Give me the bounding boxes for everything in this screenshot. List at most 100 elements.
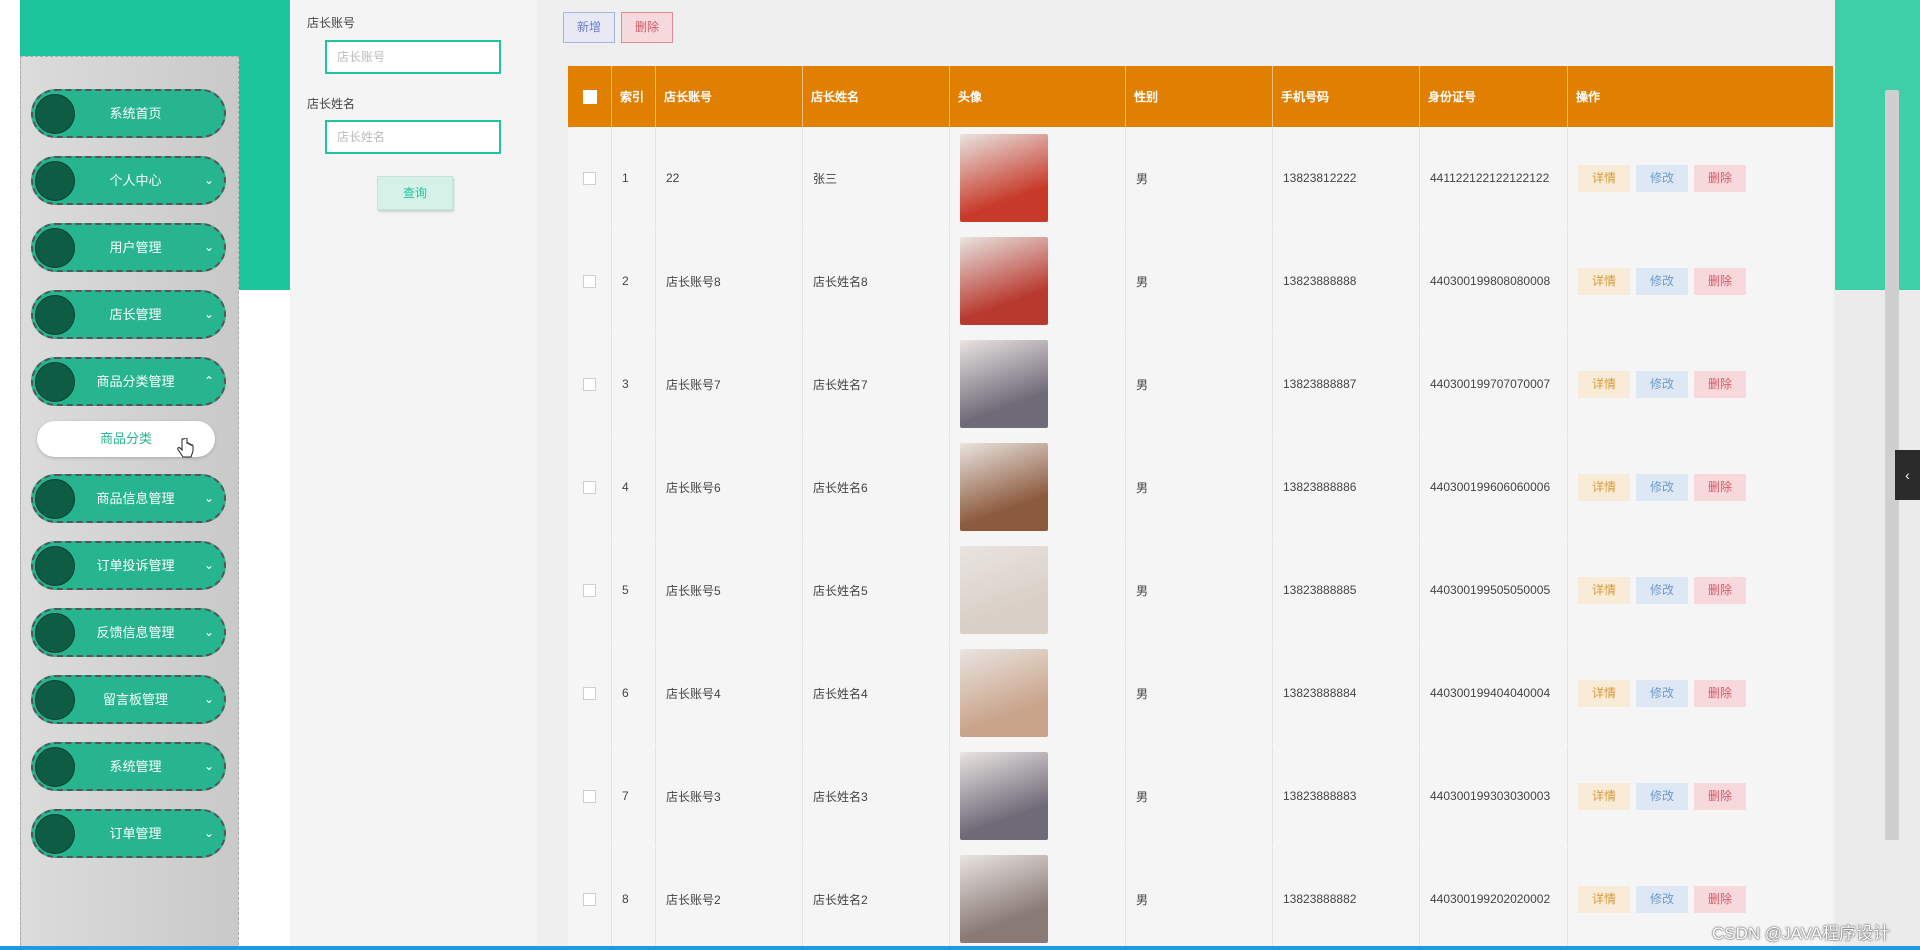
edit-button[interactable]: 修改 xyxy=(1636,267,1688,295)
delete-button[interactable]: 删除 xyxy=(1694,885,1746,913)
table-row: 3 店长账号7 店长姓名7 男 13823888887 44030019970707000… xyxy=(568,333,1833,437)
actions-cell: 详情 修改 删除 xyxy=(1568,745,1833,847)
sidebar-item-message-board[interactable]: 留言板管理 ⌄ xyxy=(31,675,226,724)
menu-circle-icon xyxy=(35,680,75,720)
row-checkbox[interactable] xyxy=(583,274,596,288)
sidebar-item-home[interactable]: 系统首页 xyxy=(31,89,226,138)
cell-id-card: 440300199808080008 xyxy=(1430,274,1551,288)
sidebar-item-personal-center[interactable]: 个人中心 ⌄ xyxy=(31,156,226,205)
gender-cell: 男 xyxy=(1126,127,1273,229)
row-checkbox[interactable] xyxy=(583,480,596,494)
sidebar-item-label: 反馈信息管理 xyxy=(96,625,175,640)
account-cell: 店长账号7 xyxy=(656,333,803,435)
edit-button[interactable]: 修改 xyxy=(1636,473,1688,501)
table-row: 1 22 张三 男 13823812222 441122122122122122 详情 修改删… xyxy=(568,127,1833,231)
row-select-cell xyxy=(568,333,612,435)
select-all-checkbox[interactable] xyxy=(582,89,597,104)
delete-button[interactable]: 删除 xyxy=(1694,267,1746,295)
search-panel: 店长账号 店长姓名 查询 xyxy=(290,0,537,950)
cell-id-card: 441122122122122122 xyxy=(1430,171,1550,185)
id-card-cell: 440300199404040004 xyxy=(1420,642,1568,744)
sidebar-item-product-management[interactable]: 商品信息管理 ⌄ xyxy=(31,474,226,523)
edit-button[interactable]: 修改 xyxy=(1636,679,1688,707)
sidebar-item-user-management[interactable]: 用户管理 ⌄ xyxy=(31,223,226,272)
collapse-chevron-left-icon[interactable]: ‹ xyxy=(1895,450,1920,500)
sidebar-item-label: 商品分类管理 xyxy=(96,374,175,389)
cell-index: 1 xyxy=(622,171,629,185)
header-index: 索引 xyxy=(612,66,656,127)
sidebar-item-label: 订单管理 xyxy=(109,826,162,841)
cell-account: 22 xyxy=(666,171,680,185)
left-edge xyxy=(0,0,20,950)
chevron-down-icon: ⌄ xyxy=(203,826,214,840)
row-checkbox[interactable] xyxy=(583,892,596,906)
gender-cell: 男 xyxy=(1126,230,1273,332)
sidebar-item-system-management[interactable]: 系统管理 ⌄ xyxy=(31,742,226,791)
edit-button[interactable]: 修改 xyxy=(1636,164,1688,192)
delete-button[interactable]: 删除 xyxy=(1694,576,1746,604)
detail-button[interactable]: 详情 xyxy=(1578,885,1630,913)
cell-id-card: 440300199404040004 xyxy=(1430,686,1551,700)
delete-button[interactable]: 删除 xyxy=(1694,370,1746,398)
edit-button[interactable]: 修改 xyxy=(1636,782,1688,810)
actions-cell: 详情 修改 删除 xyxy=(1568,436,1833,538)
actions-cell: 详情 修改 删除 xyxy=(1568,333,1833,435)
cell-phone: 13823888883 xyxy=(1283,789,1357,803)
hand-cursor-icon xyxy=(177,438,194,458)
cell-phone: 13823888885 xyxy=(1283,583,1357,597)
delete-button[interactable]: 删除 xyxy=(1694,473,1746,501)
row-checkbox[interactable] xyxy=(583,789,596,803)
delete-button[interactable]: 删除 xyxy=(1694,782,1746,810)
id-card-cell: 440300199303030003 xyxy=(1420,745,1568,847)
name-search-input[interactable] xyxy=(325,120,501,154)
sidebar-item-feedback-management[interactable]: 反馈信息管理 ⌄ xyxy=(31,608,226,657)
account-search-input[interactable] xyxy=(325,40,501,74)
sidebar-item-complaint-management[interactable]: 订单投诉管理 ⌄ xyxy=(31,541,226,590)
sidebar: 系统首页 个人中心 ⌄ 用户管理 ⌄ 店长管理 ⌄ 商品分类管理 ⌃ 商品分类 … xyxy=(20,56,239,950)
edit-button[interactable]: 修改 xyxy=(1636,370,1688,398)
id-card-cell: 440300199202020002 xyxy=(1420,848,1568,950)
row-checkbox[interactable] xyxy=(583,583,596,597)
cell-gender: 男 xyxy=(1136,274,1149,289)
add-button[interactable]: 新增 xyxy=(563,12,615,43)
index-cell: 2 xyxy=(612,230,656,332)
account-cell: 店长账号3 xyxy=(656,745,803,847)
detail-button[interactable]: 详情 xyxy=(1578,679,1630,707)
delete-button[interactable]: 删除 xyxy=(1694,679,1746,707)
row-checkbox[interactable] xyxy=(583,171,596,185)
select-all-cell xyxy=(568,66,612,127)
cell-gender: 男 xyxy=(1136,789,1149,804)
sidebar-item-order-management[interactable]: 订单管理 ⌄ xyxy=(31,809,226,858)
detail-button[interactable]: 详情 xyxy=(1578,164,1630,192)
query-button[interactable]: 查询 xyxy=(377,176,453,210)
cell-name: 店长姓名5 xyxy=(813,583,868,598)
detail-button[interactable]: 详情 xyxy=(1578,576,1630,604)
cell-phone: 13823812222 xyxy=(1283,171,1357,185)
menu-circle-icon xyxy=(35,613,75,653)
avatar-cell xyxy=(950,230,1126,332)
cell-phone: 13823888886 xyxy=(1283,480,1357,494)
avatar-cell xyxy=(950,539,1126,641)
phone-cell: 13823888883 xyxy=(1273,745,1420,847)
row-checkbox[interactable] xyxy=(583,377,596,391)
sidebar-item-manager-management[interactable]: 店长管理 ⌄ xyxy=(31,290,226,339)
cell-gender: 男 xyxy=(1136,686,1149,701)
avatar xyxy=(960,649,1048,737)
batch-delete-button[interactable]: 删除 xyxy=(621,12,673,43)
delete-button[interactable]: 删除 xyxy=(1694,164,1746,192)
detail-button[interactable]: 详情 xyxy=(1578,370,1630,398)
table-header: 索引 店长账号 店长姓名 头像 性别 手机号码 身份证号 操作 xyxy=(568,66,1833,127)
cell-id-card: 440300199505050005 xyxy=(1430,583,1551,597)
cell-account: 店长账号4 xyxy=(666,686,721,701)
detail-button[interactable]: 详情 xyxy=(1578,782,1630,810)
row-checkbox[interactable] xyxy=(583,686,596,700)
edit-button[interactable]: 修改 xyxy=(1636,885,1688,913)
menu-circle-icon xyxy=(35,814,75,854)
cell-gender: 男 xyxy=(1136,892,1149,907)
detail-button[interactable]: 详情 xyxy=(1578,267,1630,295)
cell-index: 7 xyxy=(622,789,629,803)
edit-button[interactable]: 修改 xyxy=(1636,576,1688,604)
sidebar-item-category-management[interactable]: 商品分类管理 ⌃ xyxy=(31,357,226,406)
avatar-cell xyxy=(950,333,1126,435)
detail-button[interactable]: 详情 xyxy=(1578,473,1630,501)
